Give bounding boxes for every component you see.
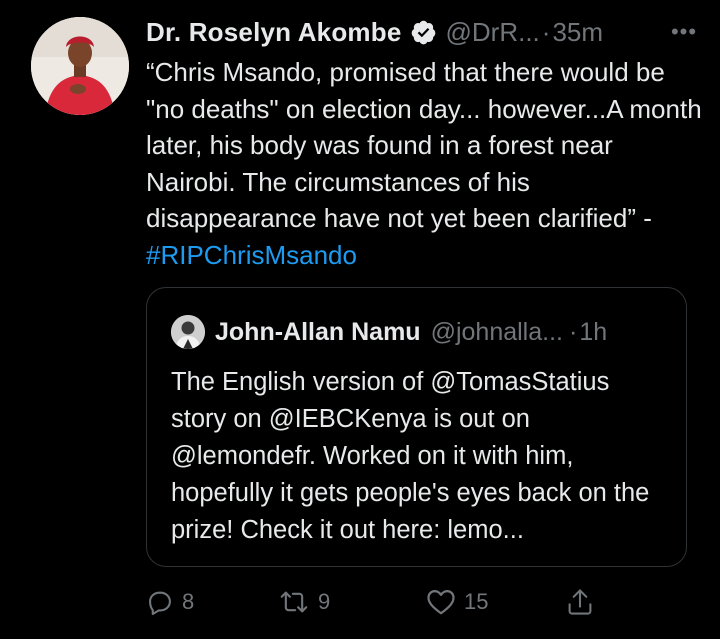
quoted-tweet-text: The English version of @TomasStatius sto… [171,368,650,544]
author-name[interactable]: Dr. Roselyn Akombe [146,17,402,48]
author-avatar[interactable] [31,17,129,115]
quoted-author-avatar [171,315,205,349]
retweet-icon [278,588,310,616]
separator-dot: · [541,16,551,47]
share-button[interactable] [566,585,594,619]
retweet-count: 9 [318,589,331,614]
share-icon [566,587,594,617]
quoted-author-name: John-Allan Namu [215,317,421,346]
quoted-tweet-header: John-Allan Namu @johnalla... · 1h [171,314,666,350]
reply-count: 8 [182,589,195,614]
tweet-header: Dr. Roselyn Akombe @DrR... · 35m [146,14,700,50]
heart-icon [426,588,456,616]
like-count: 15 [464,589,489,614]
reply-icon [146,588,174,616]
tweet-action-bar: 8 9 15 [146,585,616,619]
hashtag-link[interactable]: #RIPChrisMsando [146,240,357,270]
quoted-tweet-card[interactable]: John-Allan Namu @johnalla... · 1h The En… [146,287,687,567]
reply-button[interactable]: 8 [146,585,194,619]
quoted-separator-dot: · [568,317,578,346]
quoted-timestamp: 1h [579,317,608,346]
verified-badge-icon [410,19,437,46]
retweet-button[interactable]: 9 [278,585,330,619]
author-handle[interactable]: @DrR... [446,17,540,48]
quoted-author-handle: @johnalla... [430,317,563,346]
like-button[interactable]: 15 [426,585,488,619]
more-options-icon[interactable]: ••• [666,14,702,50]
tweet-text: “Chris Msando, promised that there would… [146,54,706,273]
tweet-body: “Chris Msando, promised that there would… [146,57,702,233]
tweet-timestamp[interactable]: 35m [552,17,603,48]
